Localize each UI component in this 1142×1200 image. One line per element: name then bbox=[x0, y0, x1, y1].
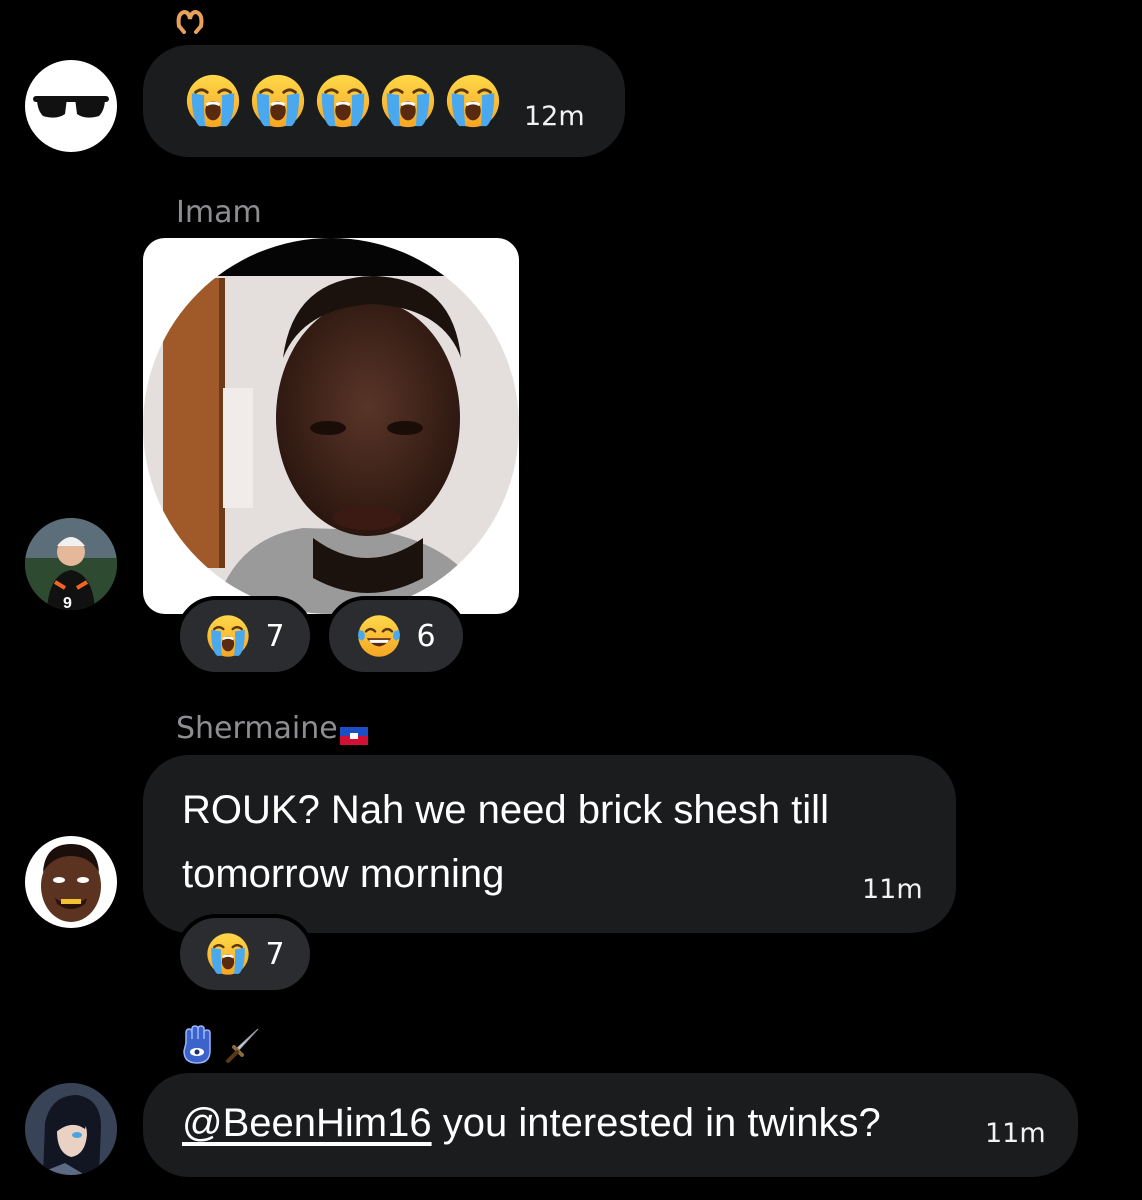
sender-name: Shermaine bbox=[176, 711, 368, 746]
loudly-crying-face-icon bbox=[184, 72, 242, 130]
dagger-icon bbox=[222, 1025, 262, 1065]
message-bubble[interactable]: @BeenHim16 you interested in twinks? 11m bbox=[143, 1073, 1078, 1177]
message-text-line-2: tomorrow morning bbox=[182, 852, 505, 896]
sender-name: Imam bbox=[176, 195, 262, 230]
reaction-crying[interactable]: 7 bbox=[176, 914, 314, 994]
haiti-flag-icon bbox=[339, 718, 368, 745]
reaction-crying[interactable]: 7 bbox=[176, 596, 314, 676]
message-text-line-1: ROUK? Nah we need brick shesh till bbox=[182, 788, 829, 832]
loudly-crying-face-icon bbox=[379, 72, 437, 130]
loudly-crying-face-icon bbox=[205, 931, 251, 977]
message-body-text: you interested in twinks? bbox=[431, 1101, 881, 1145]
reaction-count: 6 bbox=[416, 618, 436, 654]
loudly-crying-face-icon bbox=[249, 72, 307, 130]
cartoon-avatar-icon[interactable] bbox=[25, 836, 117, 928]
tears-of-joy-face-icon bbox=[356, 613, 402, 659]
message-timestamp: 11m bbox=[985, 1118, 1046, 1149]
message-timestamp: 11m bbox=[862, 874, 923, 905]
heart-hands-icon bbox=[176, 8, 204, 34]
message-bubble[interactable]: ROUK? Nah we need brick shesh till tomor… bbox=[143, 755, 956, 933]
message-text: @BeenHim16 you interested in twinks? bbox=[182, 1093, 881, 1153]
reaction-count: 7 bbox=[265, 936, 285, 972]
user-mention-link[interactable]: @BeenHim16 bbox=[182, 1101, 432, 1145]
loudly-crying-face-icon bbox=[444, 72, 502, 130]
football-player-avatar-icon[interactable]: 9 bbox=[25, 518, 117, 610]
anime-avatar-icon[interactable] bbox=[25, 1083, 117, 1175]
reaction-laughing[interactable]: 6 bbox=[325, 596, 467, 676]
loudly-crying-face-icon bbox=[205, 613, 251, 659]
reaction-count: 7 bbox=[265, 618, 285, 654]
svg-text:9: 9 bbox=[63, 595, 72, 610]
hamsa-icon bbox=[180, 1025, 214, 1065]
loudly-crying-face-icon bbox=[314, 72, 372, 130]
sunglasses-avatar-icon[interactable] bbox=[25, 60, 117, 152]
message-bubble[interactable]: 12m bbox=[143, 45, 625, 157]
profile-photo-image[interactable] bbox=[143, 238, 519, 614]
message-timestamp: 12m bbox=[524, 101, 585, 132]
emoji-row bbox=[184, 72, 502, 130]
